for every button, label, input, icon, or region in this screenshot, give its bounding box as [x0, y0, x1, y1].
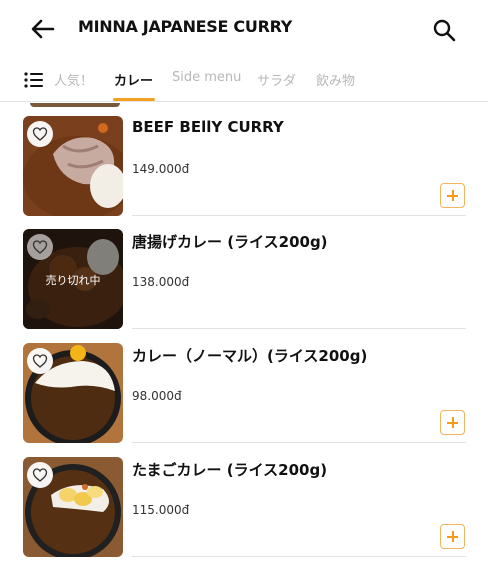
tab-side-menu[interactable]: Side menu — [172, 70, 241, 85]
category-menu-button[interactable] — [24, 72, 44, 88]
item-divider — [132, 215, 466, 216]
back-button[interactable] — [28, 14, 58, 44]
favorite-button[interactable] — [27, 121, 53, 147]
menu-item[interactable]: たまごカレー (ライス200g) 115.000đ — [0, 457, 488, 571]
search-icon — [433, 19, 456, 42]
tab-curry[interactable]: カレー — [114, 70, 153, 89]
item-photo — [23, 343, 123, 443]
menu-item[interactable]: カレー（ノーマル）(ライス200g) 98.000đ — [0, 343, 488, 457]
search-button[interactable] — [430, 16, 458, 44]
menu-item[interactable]: 売り切れ中 唐揚げカレー (ライス200g) 138.000đ — [0, 229, 488, 343]
tab-drinks[interactable]: 飲み物 — [316, 70, 355, 89]
item-divider — [132, 556, 466, 557]
category-tabs: 人気！ カレー Side menu サラダ 飲み物 — [0, 58, 488, 102]
menu-item[interactable]: BEEF BEllY CURRY 149.000đ — [0, 116, 488, 230]
item-name: たまごカレー (ライス200g) — [132, 461, 328, 479]
add-to-cart-button[interactable] — [440, 183, 465, 208]
page-title: MINNA JAPANESE CURRY — [78, 17, 293, 36]
favorite-button[interactable] — [27, 234, 53, 260]
item-name: カレー（ノーマル）(ライス200g) — [132, 347, 368, 365]
tab-salad[interactable]: サラダ — [257, 70, 296, 89]
app-header: MINNA JAPANESE CURRY — [0, 0, 488, 58]
active-tab-indicator — [113, 98, 155, 101]
item-name: BEEF BEllY CURRY — [132, 118, 284, 136]
tab-popular[interactable]: 人気！ — [54, 70, 93, 89]
item-price: 98.000đ — [132, 389, 182, 403]
item-photo: 売り切れ中 — [23, 229, 123, 329]
item-name: 唐揚げカレー (ライス200g) — [132, 233, 328, 251]
sold-out-label: 売り切れ中 — [45, 274, 101, 287]
item-divider — [132, 442, 466, 443]
item-photo — [23, 116, 123, 216]
item-price: 138.000đ — [132, 275, 190, 289]
item-price: 149.000đ — [132, 162, 190, 176]
heart-icon — [32, 468, 48, 482]
heart-icon — [32, 127, 48, 141]
arrow-left-icon — [31, 19, 55, 39]
heart-icon — [32, 354, 48, 368]
add-to-cart-button[interactable] — [440, 524, 465, 549]
favorite-button[interactable] — [27, 462, 53, 488]
favorite-button[interactable] — [27, 348, 53, 374]
list-menu-icon — [24, 72, 43, 88]
add-to-cart-button[interactable] — [440, 410, 465, 435]
item-divider — [132, 328, 466, 329]
item-photo — [23, 457, 123, 557]
item-price: 115.000đ — [132, 503, 190, 517]
heart-icon — [32, 240, 48, 254]
previous-item-image-edge — [30, 103, 120, 107]
